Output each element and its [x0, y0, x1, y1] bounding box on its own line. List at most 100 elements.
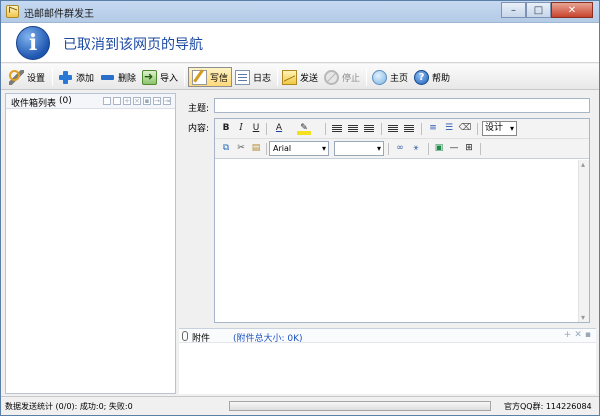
remove-icon[interactable]: ×: [133, 97, 141, 105]
info-icon: i: [16, 26, 50, 60]
select-all-icon[interactable]: [103, 97, 111, 105]
settings-label: 设置: [27, 73, 46, 84]
import-list-icon[interactable]: →: [153, 97, 161, 105]
toolbar-divider: [277, 68, 278, 86]
clear-attachments-icon[interactable]: ▪: [585, 330, 591, 340]
compose-panel: 主题: 内容: B I U A ✎ ≡ ☰ ⌫ 设计 ▾ ⧉ ✂ ▤ Arial…: [179, 93, 596, 394]
send-progress-bar: [229, 401, 491, 411]
status-bar: 数据发送统计 (0/0): 成功:0; 失败:0 官方QQ群: 11422608…: [1, 396, 599, 415]
plus-icon: [58, 70, 73, 85]
italic-button[interactable]: I: [234, 122, 248, 135]
export-list-icon[interactable]: ⇥: [163, 97, 171, 105]
home-button[interactable]: 主页: [372, 67, 408, 87]
content-edit-area[interactable]: [215, 160, 578, 322]
help-icon: ?: [414, 69, 429, 85]
font-size-select[interactable]: [334, 141, 384, 156]
editor-divider: [477, 123, 478, 135]
copy-icon[interactable]: ⧉: [219, 142, 233, 155]
attachment-total-size: (附件总大小: 0K): [233, 334, 303, 344]
align-left-icon[interactable]: [330, 122, 344, 135]
editor-divider: [266, 123, 267, 135]
help-button[interactable]: ? 帮助: [414, 67, 450, 87]
stop-button[interactable]: 停止: [324, 67, 360, 87]
envelope-icon: [282, 69, 297, 85]
mailbox-list-title: 收件箱列表: [11, 99, 57, 109]
attachment-panel: 附件 (附件总大小: 0K) + ✕ ▪: [179, 328, 596, 394]
outdent-icon[interactable]: [386, 122, 400, 135]
select-none-icon[interactable]: [113, 97, 121, 105]
align-center-icon[interactable]: [346, 122, 360, 135]
send-button[interactable]: 发送: [282, 67, 318, 87]
app-mail-icon: [6, 5, 19, 18]
numbered-list-icon[interactable]: ≡: [426, 122, 440, 135]
minimize-button[interactable]: –: [501, 2, 526, 18]
indent-icon[interactable]: [402, 122, 416, 135]
eraser-icon[interactable]: ⌫: [458, 122, 472, 135]
write-button[interactable]: 写信: [188, 67, 233, 87]
font-color-icon[interactable]: A: [272, 122, 286, 135]
qq-group-info: 官方QQ群: 114226084: [504, 402, 592, 411]
link-icon[interactable]: ∞: [393, 142, 407, 155]
add-icon[interactable]: +: [123, 97, 131, 105]
subject-input[interactable]: [214, 98, 590, 113]
remove-attachment-icon[interactable]: ✕: [574, 330, 582, 340]
title-bar[interactable]: 迅邮邮件群发王 – □ ✕: [1, 1, 599, 23]
toolbar-divider: [366, 68, 367, 86]
insert-table-icon[interactable]: ⊞: [462, 142, 476, 155]
attachment-header: 附件 (附件总大小: 0K) + ✕ ▪: [179, 329, 596, 344]
send-statistics: 数据发送统计 (0/0): 成功:0; 失败:0: [5, 402, 133, 411]
editor-divider: [266, 143, 267, 155]
bullet-list-icon[interactable]: ☰: [442, 122, 456, 135]
editor-divider: [381, 123, 382, 135]
attachment-list[interactable]: [179, 344, 596, 395]
cut-icon[interactable]: ✂: [234, 142, 248, 155]
import-label: 导入: [160, 73, 179, 84]
main-toolbar: 设置 添加 删除 导入 写信 日志 发送 停止: [1, 64, 599, 90]
horizontal-rule-icon[interactable]: —: [447, 142, 461, 155]
write-pencil-icon: [192, 69, 207, 85]
minus-icon: [100, 70, 115, 85]
insert-image-icon[interactable]: ▣: [432, 142, 446, 155]
toolbar-divider: [52, 68, 53, 86]
editor-toolbar-insert: ⧉ ✂ ▤ Arial ∞ ⚹ ▣ — ⊞: [215, 139, 589, 159]
highlight-icon[interactable]: ✎: [297, 122, 311, 135]
home-label: 主页: [390, 73, 409, 84]
navigation-banner: i 已取消到该网页的导航: [1, 23, 599, 63]
view-mode-select[interactable]: 设计: [482, 121, 517, 136]
content-label: 内容:: [188, 124, 210, 134]
mailbox-list-body[interactable]: [6, 109, 175, 393]
import-icon: [142, 69, 157, 85]
delete-label: 删除: [118, 73, 137, 84]
help-label: 帮助: [432, 73, 451, 84]
align-right-icon[interactable]: [362, 122, 376, 135]
paste-icon[interactable]: ▤: [249, 142, 263, 155]
content-editor: B I U A ✎ ≡ ☰ ⌫ 设计 ⧉: [214, 118, 590, 323]
mailbox-list-header: 收件箱列表 (0) + × ▪ → ⇥: [6, 94, 175, 109]
banner-message: 已取消到该网页的导航: [63, 37, 203, 53]
add-attachment-icon[interactable]: +: [564, 330, 572, 340]
import-button[interactable]: 导入: [142, 67, 178, 87]
delete-button[interactable]: 删除: [100, 67, 136, 87]
toolbar-divider: [184, 68, 185, 86]
add-button[interactable]: 添加: [58, 67, 94, 87]
unlink-icon[interactable]: ⚹: [409, 142, 423, 155]
window-controls: – □ ✕: [501, 2, 593, 18]
clear-icon[interactable]: ▪: [143, 97, 151, 105]
maximize-button[interactable]: □: [526, 2, 551, 18]
send-label: 发送: [300, 73, 319, 84]
main-window: 迅邮邮件群发王 – □ ✕ i 已取消到该网页的导航 设置 添加 删除 导入: [0, 0, 600, 416]
log-label: 日志: [253, 73, 272, 84]
font-select[interactable]: Arial: [269, 141, 329, 156]
editor-scrollbar[interactable]: [578, 160, 589, 322]
editor-divider: [421, 123, 422, 135]
close-button[interactable]: ✕: [551, 2, 593, 18]
write-label: 写信: [210, 73, 229, 84]
editor-divider: [325, 123, 326, 135]
stop-label: 停止: [342, 73, 361, 84]
log-button[interactable]: 日志: [235, 67, 271, 87]
bold-button[interactable]: B: [219, 122, 233, 135]
wrench-icon: [9, 69, 24, 85]
settings-button[interactable]: 设置: [9, 67, 45, 87]
underline-button[interactable]: U: [249, 122, 263, 135]
mailbox-list-tools: + × ▪ → ⇥: [103, 97, 171, 105]
